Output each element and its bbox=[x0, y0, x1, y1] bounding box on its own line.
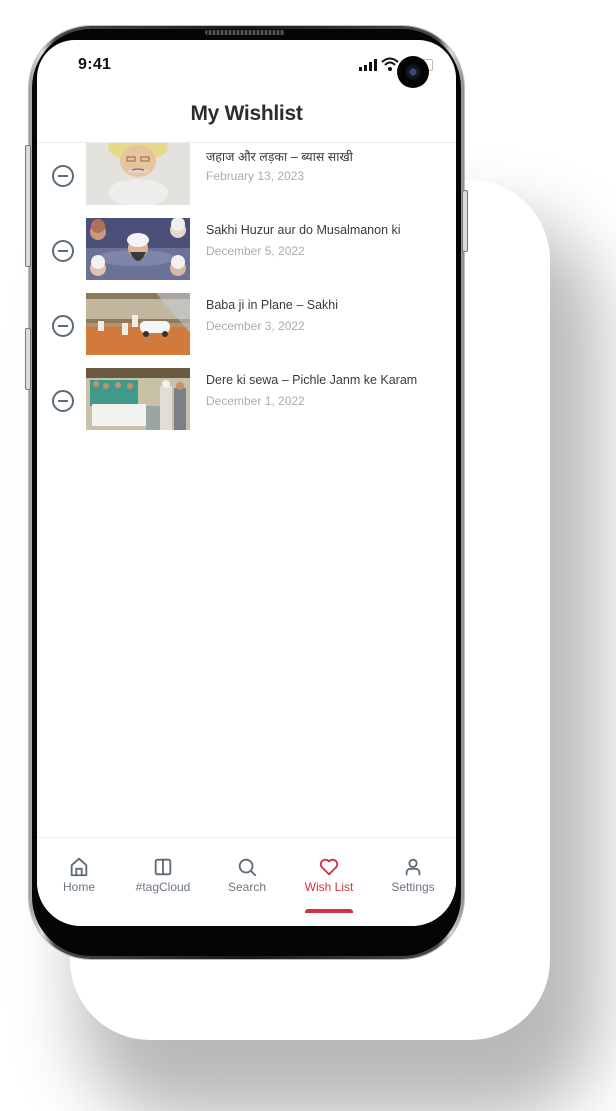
page-title: My Wishlist bbox=[190, 102, 303, 125]
list-item[interactable]: Dere ki sewa – Pichle Janm ke Karam Dece… bbox=[37, 368, 456, 434]
nav-label: Wish List bbox=[304, 880, 354, 894]
nav-wishlist[interactable]: Wish List bbox=[287, 856, 371, 894]
item-date: December 1, 2022 bbox=[206, 394, 305, 408]
minus-circle-icon[interactable] bbox=[52, 165, 74, 187]
nav-settings[interactable]: Settings bbox=[371, 856, 455, 894]
item-date: February 13, 2023 bbox=[206, 169, 305, 183]
bottom-navigation: Home #tagCloud Search Wish List Settings bbox=[37, 837, 456, 926]
thumbnail-image[interactable] bbox=[86, 293, 190, 355]
minus-circle-icon[interactable] bbox=[52, 390, 74, 412]
minus-circle-icon[interactable] bbox=[52, 315, 74, 337]
status-time: 9:41 bbox=[78, 56, 112, 73]
minus-circle-icon[interactable] bbox=[52, 240, 74, 262]
earpiece-speaker bbox=[205, 30, 285, 35]
app-screen: 9:41 My Wishlist जहाज और लड़का – ब्यास स… bbox=[37, 40, 456, 926]
list-item[interactable]: जहाज और लड़का – ब्यास साखी February 13, … bbox=[37, 143, 456, 209]
nav-tagcloud[interactable]: #tagCloud bbox=[121, 856, 205, 894]
item-title[interactable]: Sakhi Huzur aur do Musalmanon ki bbox=[206, 223, 401, 237]
nav-label: Settings bbox=[391, 880, 435, 894]
item-date: December 5, 2022 bbox=[206, 244, 305, 258]
nav-label: Home bbox=[62, 880, 95, 894]
heart-icon bbox=[319, 858, 339, 876]
thumbnail-image[interactable] bbox=[86, 368, 190, 430]
nav-search[interactable]: Search bbox=[205, 856, 289, 894]
item-title[interactable]: जहाज और लड़का – ब्यास साखी bbox=[206, 148, 353, 165]
home-icon bbox=[70, 857, 88, 877]
nav-home[interactable]: Home bbox=[37, 856, 121, 894]
item-date: December 3, 2022 bbox=[206, 319, 305, 333]
nav-label: #tagCloud bbox=[135, 880, 191, 894]
front-camera bbox=[397, 56, 429, 88]
power-button bbox=[462, 190, 468, 252]
thumbnail-image[interactable] bbox=[86, 143, 190, 205]
item-title[interactable]: Baba ji in Plane – Sakhi bbox=[206, 298, 338, 312]
search-icon bbox=[238, 858, 257, 877]
volume-button bbox=[25, 145, 31, 267]
status-bar: 9:41 bbox=[37, 40, 456, 90]
bixby-button bbox=[25, 328, 31, 390]
user-icon bbox=[405, 858, 421, 876]
columns-icon bbox=[154, 858, 172, 876]
thumbnail-image[interactable] bbox=[86, 218, 190, 280]
list-item[interactable]: Baba ji in Plane – Sakhi December 3, 202… bbox=[37, 293, 456, 359]
active-tab-indicator bbox=[305, 909, 353, 913]
list-item[interactable]: Sakhi Huzur aur do Musalmanon ki Decembe… bbox=[37, 218, 456, 284]
page-header: My Wishlist bbox=[37, 90, 456, 143]
item-title[interactable]: Dere ki sewa – Pichle Janm ke Karam bbox=[206, 373, 417, 387]
signal-icon bbox=[359, 59, 377, 71]
nav-label: Search bbox=[227, 880, 267, 894]
